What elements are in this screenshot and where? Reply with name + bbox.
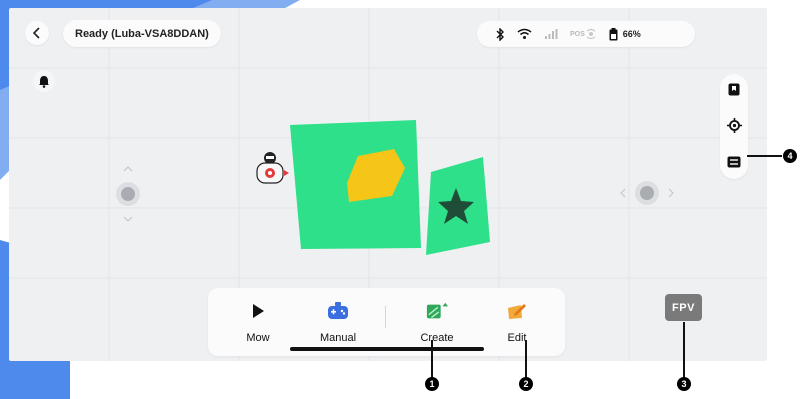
mow-button[interactable]: Mow: [218, 288, 298, 356]
action-divider: [385, 306, 386, 328]
edit-label: Edit: [507, 332, 527, 344]
fpv-button[interactable]: FPV: [665, 294, 702, 321]
edit-zone-icon: [506, 300, 528, 322]
play-icon: [247, 300, 269, 322]
callout-line-3: [683, 322, 685, 378]
bottom-action-bar: Mow Manual Create Edit: [208, 288, 565, 356]
fpv-label: FPV: [672, 301, 695, 314]
callout-line-4: [747, 155, 782, 157]
callout-marker-1: 1: [425, 377, 439, 391]
create-label: Create: [420, 332, 454, 344]
callout-marker-3: 3: [677, 377, 691, 391]
manual-label: Manual: [319, 332, 357, 344]
manual-button[interactable]: Manual: [298, 288, 378, 356]
create-button[interactable]: Create: [397, 288, 477, 356]
mower-robot-icon: [256, 152, 289, 184]
mow-label: Mow: [246, 332, 270, 344]
callout-marker-4: 4: [783, 149, 797, 163]
map-screen: Ready (Luba-VSA8DDAN) POS 66% Mow Manual…: [9, 8, 767, 361]
callout-line-2: [525, 340, 527, 378]
home-indicator: [290, 347, 484, 351]
create-zone-icon: [426, 300, 448, 322]
callout-line-1: [431, 340, 433, 378]
gamepad-icon: [327, 300, 349, 322]
callout-marker-2: 2: [519, 377, 533, 391]
edit-button[interactable]: Edit: [477, 288, 557, 356]
